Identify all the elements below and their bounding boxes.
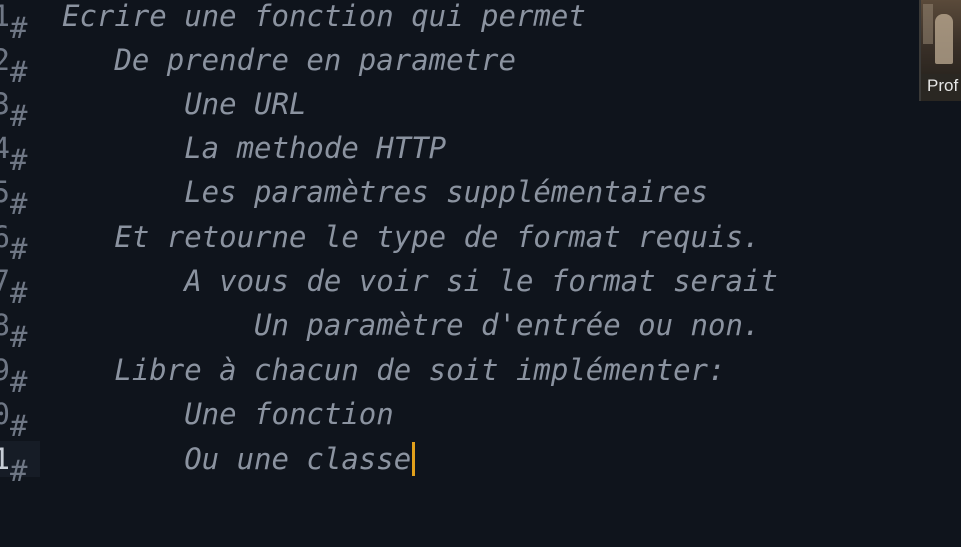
webcam-background-shape [923, 4, 933, 44]
line-gutter: 5# [0, 170, 41, 221]
line-gutter: 11# [0, 437, 41, 488]
webcam-feed [921, 0, 961, 74]
line-text[interactable]: Une URL [62, 82, 306, 126]
line-text[interactable]: A vous de voir si le format serait [62, 259, 778, 303]
code-line[interactable]: 5# Les paramètres supplémentaires [0, 170, 961, 221]
line-gutter: 9# [0, 348, 41, 399]
code-editor[interactable]: 1# Ecrire une fonction qui permet 2# De … [0, 0, 961, 547]
line-text[interactable]: De prendre en parametre [62, 38, 516, 82]
code-line[interactable]: 3# Une URL [0, 82, 961, 133]
line-number: 4 [0, 131, 10, 165]
line-text[interactable]: Une fonction [62, 392, 394, 436]
code-line[interactable]: 10# Une fonction [0, 392, 961, 443]
line-number: 5 [0, 175, 10, 209]
code-line-active[interactable]: 11# Ou une classe [0, 437, 961, 488]
line-text[interactable]: Un paramètre d'entrée ou non. [62, 303, 760, 347]
text-cursor [412, 442, 416, 476]
line-text[interactable]: Et retourne le type de format requis. [62, 215, 760, 259]
code-line[interactable]: 4# La methode HTTP [0, 126, 961, 177]
line-number: 8 [0, 308, 10, 342]
line-gutter: 10# [0, 392, 41, 443]
webcam-thumbnail[interactable]: Prof [919, 0, 961, 101]
code-line[interactable]: 7# A vous de voir si le format serait [0, 259, 961, 310]
line-text[interactable]: Libre à chacun de soit implémenter: [62, 348, 725, 392]
line-number: 3 [0, 87, 10, 121]
webcam-participant-label: Prof [927, 76, 959, 95]
line-number: 2 [0, 43, 10, 77]
webcam-person-shape [935, 14, 953, 64]
line-number: 11 [0, 442, 10, 476]
line-text[interactable]: Ecrire une fonction qui permet [62, 0, 586, 38]
line-gutter: 2# [0, 38, 41, 89]
code-line[interactable]: 1# Ecrire une fonction qui permet [0, 0, 961, 45]
comment-marker: # [10, 454, 28, 488]
line-number: 7 [0, 264, 10, 298]
line-gutter: 8# [0, 303, 41, 354]
line-gutter: 6# [0, 215, 41, 266]
line-number: 1 [0, 0, 10, 33]
code-line[interactable]: 6# Et retourne le type de format requis. [0, 215, 961, 266]
line-gutter: 7# [0, 259, 41, 310]
code-line[interactable]: 8# Un paramètre d'entrée ou non. [0, 303, 961, 354]
code-line[interactable]: 9# Libre à chacun de soit implémenter: [0, 348, 961, 399]
line-text-active[interactable]: Ou une classe [62, 437, 416, 481]
line-text[interactable]: Ou une classe [62, 442, 411, 476]
code-line[interactable]: 2# De prendre en parametre [0, 38, 961, 89]
line-number: 9 [0, 353, 10, 387]
line-text[interactable]: Les paramètres supplémentaires [62, 170, 708, 214]
line-number: 10 [0, 397, 10, 431]
line-gutter: 1# [0, 0, 41, 45]
line-gutter: 4# [0, 126, 41, 177]
line-gutter: 3# [0, 82, 41, 133]
line-text[interactable]: La methode HTTP [62, 126, 446, 170]
line-number: 6 [0, 220, 10, 254]
